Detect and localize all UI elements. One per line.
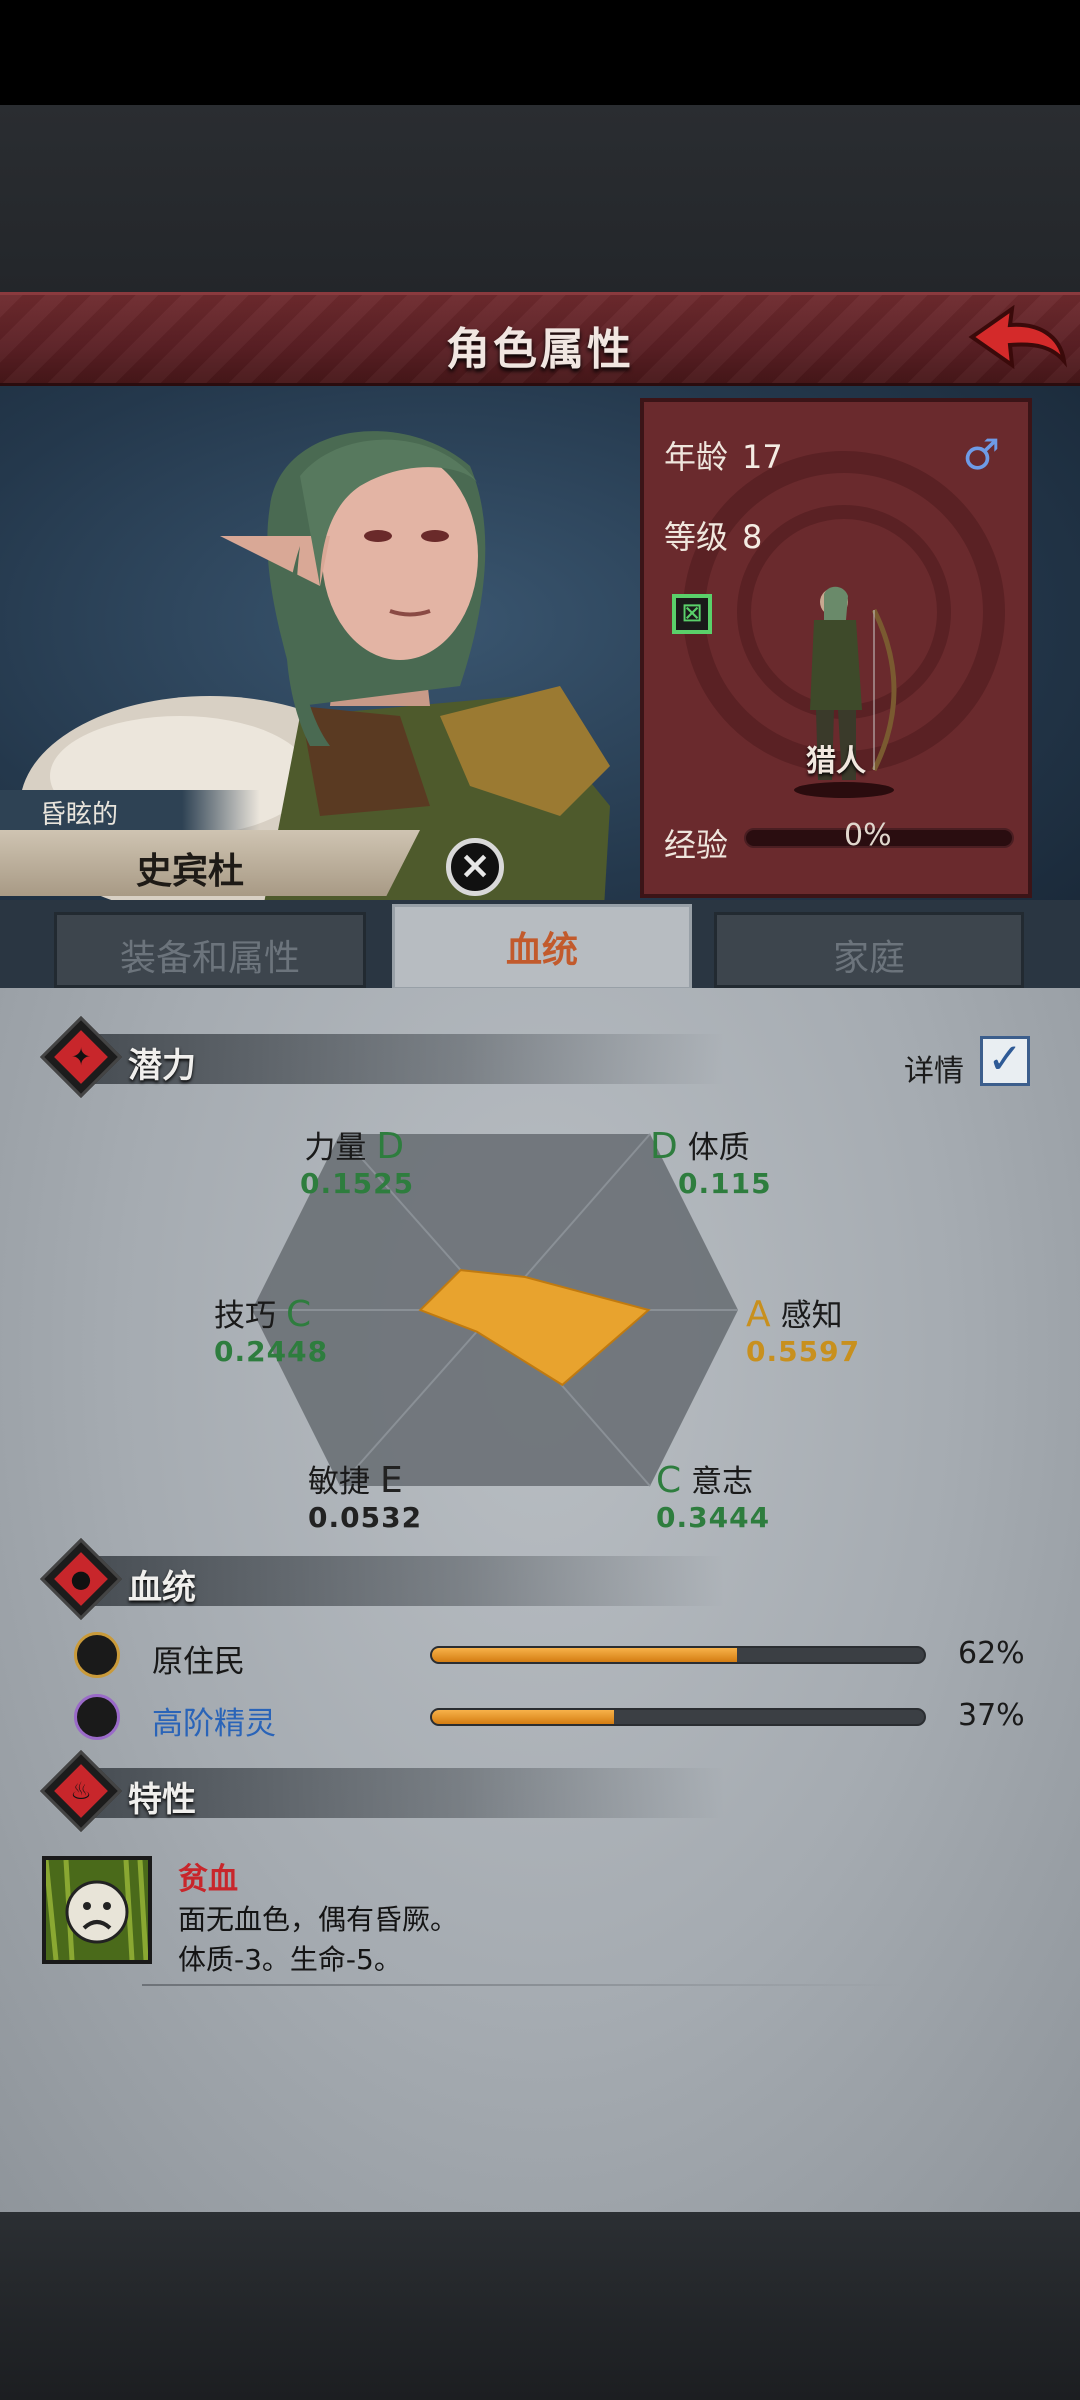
page-title: 角色属性 [446, 324, 634, 375]
divider [142, 1984, 902, 1986]
stat-agility: 敏捷 E 0.0532 [308, 1456, 422, 1534]
age-value: 17 [742, 438, 783, 476]
stat-value: 0.1525 [300, 1167, 415, 1200]
stat-value: 0.3444 [656, 1501, 771, 1534]
stat-grade: C [286, 1294, 312, 1335]
stat-name: 敏捷 [308, 1464, 370, 1500]
stat-value: 0.2448 [214, 1335, 329, 1368]
bloodline-progress-fill [432, 1710, 615, 1724]
backdrop [0, 105, 1080, 295]
stat-name: 技巧 [214, 1298, 276, 1334]
bloodline-name: 原住民 [152, 1644, 245, 1680]
tab-bar: 装备和属性 血统 家庭 [0, 900, 1080, 990]
age-row: 年龄 17 [664, 432, 783, 478]
traits-section-header: ♨ 特性 [39, 1749, 724, 1833]
stat-grade: D [376, 1126, 405, 1167]
stat-constitution: D 体质 0.115 [650, 1122, 772, 1200]
spiral-emblem-icon [74, 1694, 120, 1740]
potential-icon: ✦ [70, 1043, 92, 1071]
bloodline-percent: 62% [958, 1636, 1025, 1671]
potential-section-header: ✦ 潜力 [39, 1015, 724, 1099]
male-gender-icon: ♂ [962, 430, 1000, 479]
bloodline-percent: 37% [958, 1698, 1025, 1733]
stat-value: 0.115 [678, 1167, 772, 1200]
bloodline-progress-bar [430, 1646, 926, 1664]
stat-name: 体质 [687, 1130, 750, 1166]
blood-drop-icon: ● [70, 1565, 92, 1593]
trait-description: 面无血色，偶有昏厥。 [178, 1903, 459, 1936]
stat-name: 力量 [304, 1130, 367, 1166]
status-toggle-icon[interactable]: ⊠ [672, 594, 712, 634]
bloodline-row-high-elf: 高阶精灵 37% [74, 1694, 1034, 1742]
stat-value: 0.0532 [308, 1501, 423, 1534]
character-epithet: 昏眩的 [0, 790, 260, 830]
bloodline-progress-fill [432, 1648, 738, 1662]
stat-grade: A [746, 1294, 771, 1335]
character-info-banner: 年龄 17 ♂ 等级 8 ⊠ 猎人 经验 0% [640, 398, 1032, 898]
stat-name: 感知 [780, 1298, 843, 1334]
exp-percent: 0% [844, 818, 892, 853]
trait-effect: 体质-3。生命-5。 [178, 1943, 402, 1976]
bloodline-section-header: ● 血统 [39, 1537, 724, 1621]
sad-face-trait-icon[interactable] [42, 1856, 152, 1964]
trait-title: 贫血 [178, 1862, 238, 1897]
level-value: 8 [742, 518, 763, 556]
stat-strength: 力量 D 0.1525 [300, 1122, 414, 1200]
tab-bloodline[interactable]: 血统 [392, 904, 692, 990]
stat-grade: C [656, 1460, 682, 1501]
character-name[interactable]: 史宾杜 [0, 830, 420, 896]
stat-value: 0.5597 [746, 1335, 861, 1368]
backdrop-bottom [0, 2212, 1080, 2400]
stat-grade: D [650, 1126, 678, 1167]
close-icon[interactable]: × [446, 838, 504, 896]
status-bar-area [0, 0, 1080, 105]
tab-equipment-attributes[interactable]: 装备和属性 [54, 912, 366, 988]
stat-skill: 技巧 C 0.2448 [214, 1290, 328, 1368]
class-name: 猎人 [806, 744, 866, 779]
stat-perception: A 感知 0.5597 [746, 1290, 860, 1368]
stat-grade: E [380, 1460, 403, 1501]
potential-section-label: 潜力 [128, 1046, 196, 1086]
tab-family[interactable]: 家庭 [714, 912, 1024, 988]
age-label: 年龄 [664, 438, 729, 476]
back-arrow-icon[interactable] [960, 299, 1070, 383]
bloodline-name: 高阶精灵 [152, 1706, 276, 1742]
flame-icon: ♨ [70, 1777, 92, 1805]
detail-checkbox[interactable]: ✓ [980, 1036, 1030, 1086]
title-bar: 角色属性 [0, 292, 1080, 386]
stat-name: 意志 [691, 1464, 754, 1500]
exp-label: 经验 [664, 826, 729, 864]
level-label: 等级 [664, 518, 729, 556]
bloodline-progress-bar [430, 1708, 926, 1726]
sad-face-icon [43, 1859, 149, 1961]
stat-will: C 意志 0.3444 [656, 1456, 770, 1534]
bloodline-section-label: 血统 [128, 1568, 196, 1608]
leaf-emblem-icon [74, 1632, 120, 1678]
bloodline-row-native: 原住民 62% [74, 1632, 1034, 1680]
traits-section-label: 特性 [128, 1780, 196, 1820]
level-row: 等级 8 [664, 512, 762, 558]
detail-label: 详情 [904, 1054, 964, 1089]
